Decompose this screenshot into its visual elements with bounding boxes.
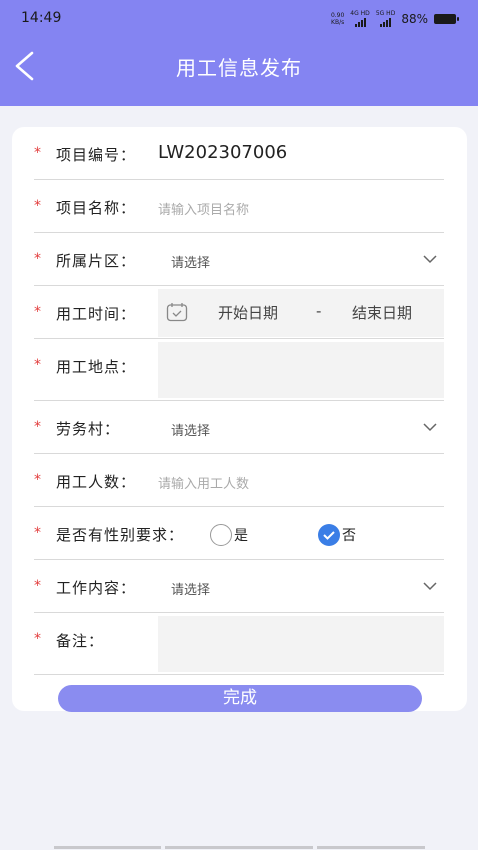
headcount-label: 用工人数： [56, 473, 137, 491]
location-row: * 用工地点： [34, 339, 444, 401]
work-time-label: 用工时间： [56, 305, 137, 323]
required-mark: * [34, 419, 41, 435]
required-mark: * [34, 631, 41, 647]
required-mark: * [34, 145, 41, 161]
project-name-input[interactable]: 请输入项目名称 [158, 199, 249, 218]
required-mark: * [34, 357, 41, 373]
work-time-row: * 用工时间： 开始日期 - 结束日期 [34, 286, 444, 339]
chevron-down-icon[interactable] [422, 421, 438, 433]
content-select[interactable]: 请选择 [171, 579, 210, 598]
content-row[interactable]: * 工作内容： 请选择 [34, 560, 444, 613]
required-mark: * [34, 251, 41, 267]
required-mark: * [34, 304, 41, 320]
required-mark: * [34, 472, 41, 488]
chevron-down-icon[interactable] [422, 580, 438, 592]
gender-label: 是否有性别要求： [56, 526, 185, 544]
date-range-picker[interactable]: 开始日期 - 结束日期 [158, 289, 444, 337]
gender-option-yes[interactable]: 是 [210, 524, 248, 546]
chevron-down-icon[interactable] [422, 253, 438, 265]
submit-button[interactable]: 完成 [58, 685, 422, 712]
page-title: 用工信息发布 [176, 56, 302, 80]
status-time: 14:49 [21, 10, 62, 26]
required-mark: * [34, 525, 41, 541]
end-date[interactable]: 结束日期 [352, 302, 412, 323]
project-name-label: 项目名称： [56, 199, 137, 217]
calendar-icon [166, 303, 188, 322]
gender-option-no[interactable]: 否 [318, 524, 356, 546]
area-row[interactable]: * 所属片区： 请选择 [34, 233, 444, 286]
project-no-label: 项目编号： [56, 146, 137, 164]
location-label: 用工地点： [56, 358, 137, 376]
app-header: 14:49 0.90 KB/s 4G HD 5G HD 88% 用工信息发布 [0, 0, 478, 106]
nav-indicator [165, 846, 313, 849]
area-label: 所属片区： [56, 252, 137, 270]
labor-village-label: 劳务村： [56, 420, 121, 438]
battery-icon [434, 13, 459, 24]
battery-percent: 88% [401, 11, 428, 26]
radio-checked-icon[interactable] [318, 524, 340, 546]
nav-indicator [317, 846, 425, 849]
form-card: * 项目编号： LW202307006 * 项目名称： 请输入项目名称 * 所属… [12, 127, 467, 711]
status-indicators: 0.90 KB/s 4G HD 5G HD 88% [330, 10, 459, 27]
content-label: 工作内容： [56, 579, 137, 597]
labor-village-select[interactable]: 请选择 [171, 420, 210, 439]
nav-indicator [54, 846, 161, 849]
headcount-input[interactable]: 请输入用工人数 [158, 473, 249, 492]
start-date[interactable]: 开始日期 [218, 302, 278, 323]
required-mark: * [34, 578, 41, 594]
date-separator: - [316, 302, 322, 320]
net-speed: 0.90 KB/s [330, 11, 345, 26]
status-bar: 14:49 0.90 KB/s 4G HD 5G HD 88% [0, 0, 478, 36]
gender-row: * 是否有性别要求： 是 否 [34, 507, 444, 560]
radio-unchecked-icon[interactable] [210, 524, 232, 546]
signal-5g-icon: 5G HD [376, 10, 395, 27]
project-no-value: LW202307006 [158, 142, 288, 163]
remark-label: 备注： [56, 632, 105, 650]
required-mark: * [34, 198, 41, 214]
headcount-row: * 用工人数： 请输入用工人数 [34, 454, 444, 507]
location-input[interactable] [158, 342, 444, 398]
remark-row: * 备注： [34, 613, 444, 675]
remark-input[interactable] [158, 616, 444, 672]
project-name-row: * 项目名称： 请输入项目名称 [34, 180, 444, 233]
labor-village-row[interactable]: * 劳务村： 请选择 [34, 401, 444, 454]
area-select[interactable]: 请选择 [171, 252, 210, 271]
project-no-row: * 项目编号： LW202307006 [34, 127, 444, 180]
signal-4g-icon: 4G HD [350, 10, 370, 27]
